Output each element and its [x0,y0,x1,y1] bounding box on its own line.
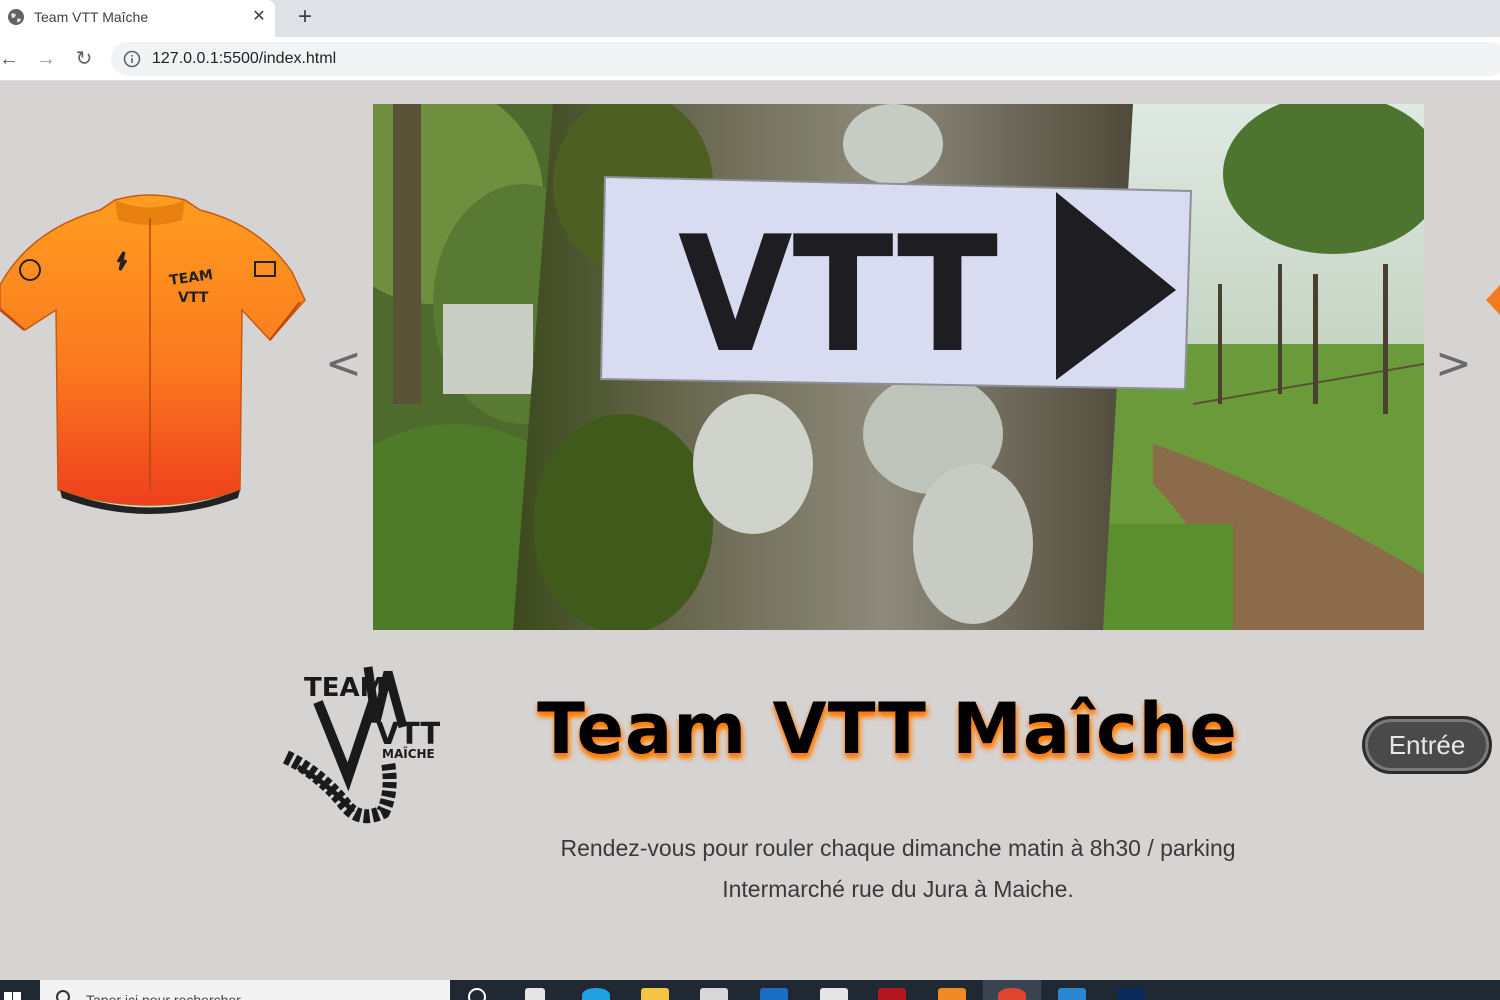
new-tab-button[interactable]: + [293,5,317,29]
chrome-icon[interactable] [998,988,1026,1000]
carousel-next-button[interactable]: > [1435,342,1472,386]
mail-icon[interactable] [760,988,788,1000]
svg-text:VTT: VTT [178,290,209,306]
forward-button[interactable]: → [33,46,59,72]
browser-tabstrip: Team VTT Maîche ✕ + [0,0,1500,37]
back-button[interactable]: ← [0,46,22,72]
tab-title: Team VTT Maîche [34,9,149,25]
file-explorer-icon[interactable] [641,988,669,1000]
app-icon[interactable] [820,988,848,1000]
info-icon[interactable] [123,50,141,68]
next-slide-peek [1486,285,1500,315]
meeting-info-line-1: Rendez-vous pour rouler chaque dimanche … [560,835,1236,861]
os-taskbar: Taper ici pour rechercher [0,980,1500,1000]
browser-tab[interactable]: Team VTT Maîche ✕ [0,0,275,37]
vscode-icon[interactable] [1058,988,1086,1000]
globe-icon [8,9,24,25]
task-view-icon[interactable] [525,988,545,1000]
photoshop-icon[interactable] [1117,988,1145,1000]
reload-button[interactable]: ↻ [71,46,97,72]
app-icon-red[interactable] [878,988,906,1000]
svg-text:MAÎCHE: MAÎCHE [382,746,435,761]
close-icon[interactable]: ✕ [250,8,268,26]
cortana-icon[interactable] [468,988,486,1000]
browser-toolbar: ← → ↻ 127.0.0.1:5500/index.html [0,37,1500,81]
windows-start-icon[interactable] [0,980,40,1000]
app-icon-orange[interactable] [938,988,966,1000]
page-title: Team VTT Maîche [537,688,1238,770]
edge-icon[interactable] [582,988,610,1000]
meeting-info: Rendez-vous pour rouler chaque dimanche … [520,828,1276,910]
vtt-sign: VTT [599,175,1193,391]
sign-text: VTT [678,201,998,388]
taskbar-search-placeholder: Taper ici pour rechercher [86,992,241,1000]
carousel-photo: VTT [373,104,1424,630]
carousel-prev-button[interactable]: < [325,342,362,386]
url-text: 127.0.0.1:5500/index.html [152,50,337,67]
enter-button[interactable]: Entrée [1362,716,1492,774]
screen: Team VTT Maîche ✕ + ← → ↻ 127.0.0.1:5500… [0,0,1500,1000]
address-bar[interactable]: 127.0.0.1:5500/index.html [111,42,1500,76]
team-logo: TEAM VTT MAÎCHE [282,666,440,824]
system-tray[interactable] [1285,990,1385,1000]
taskbar-search[interactable]: Taper ici pour rechercher [40,980,450,1000]
meeting-info-line-2: Intermarché rue du Jura à Maiche. [722,876,1074,902]
store-icon[interactable] [700,988,728,1000]
jersey-image: TEAM VTT [0,194,306,514]
search-icon [56,990,70,1000]
